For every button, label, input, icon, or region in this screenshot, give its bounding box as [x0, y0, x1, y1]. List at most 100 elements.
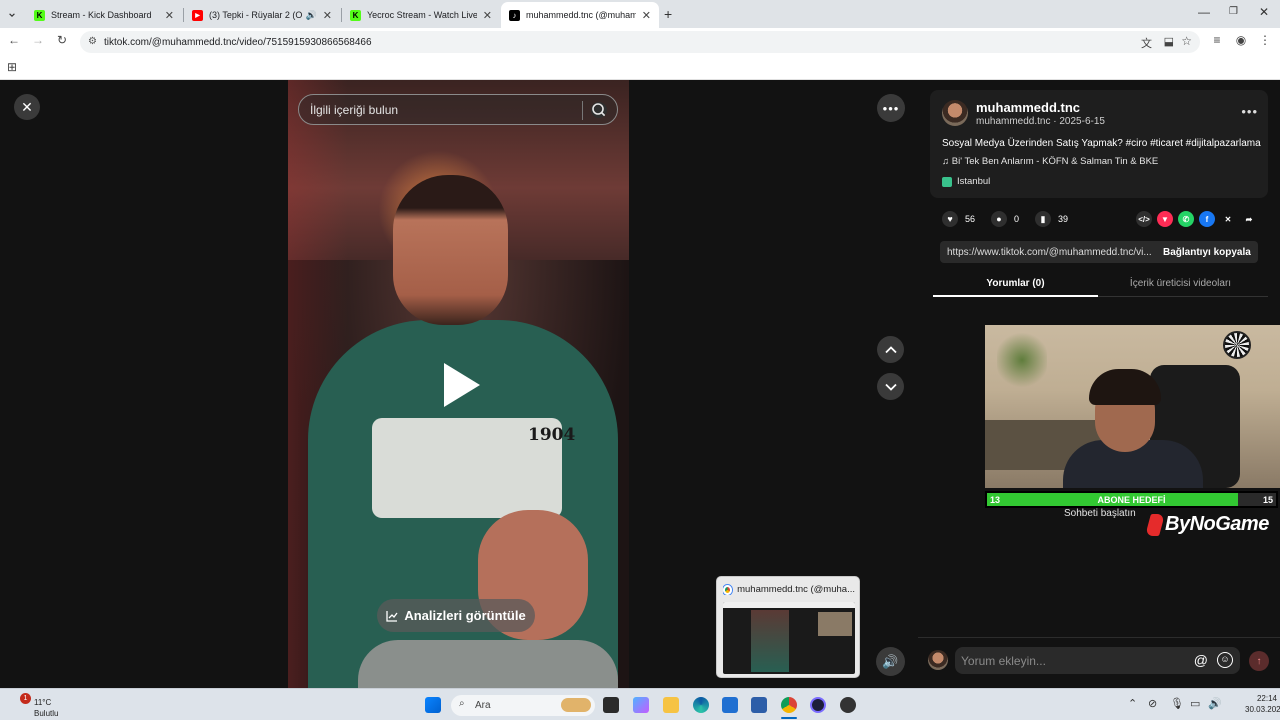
repost-icon[interactable]: ▼ [1157, 211, 1173, 227]
next-video-button[interactable] [877, 373, 904, 400]
reading-list-icon[interactable]: ≡ [1209, 33, 1225, 47]
mention-icon[interactable]: @ [1194, 652, 1208, 668]
edge-icon[interactable] [693, 697, 709, 713]
search-icon[interactable] [591, 102, 607, 118]
facebook-icon[interactable]: f [1199, 211, 1215, 227]
task-view-icon[interactable] [603, 697, 619, 713]
tab-tiktok[interactable]: ♪ muhammedd.tnc (@muhamme ✕ [501, 2, 659, 28]
chrome-icon[interactable] [781, 697, 797, 713]
forward-icon[interactable]: → [30, 33, 46, 47]
avatar[interactable] [942, 100, 968, 126]
volume-icon[interactable]: 🔊 [1208, 697, 1222, 710]
apps-grid-icon[interactable]: ⊞ [7, 60, 17, 74]
profile-icon[interactable]: ◉ [1233, 33, 1249, 47]
reload-icon[interactable]: ↻ [54, 33, 70, 47]
notification-badge: 1 [20, 693, 31, 704]
play-icon[interactable] [444, 363, 480, 407]
close-tab-icon[interactable]: ✕ [165, 9, 174, 22]
post-description: Sosyal Medya Üzerinden Satış Yapmak? #ci… [942, 138, 1261, 149]
panel-tabs: Yorumlar (0) İçerik üreticisi videoları [933, 273, 1268, 297]
copy-link-button[interactable]: Bağlantıyı kopyala [1153, 247, 1251, 258]
music-note-icon: ♫ [942, 156, 952, 167]
word-icon[interactable] [751, 697, 767, 713]
post-more-button[interactable]: ••• [1241, 104, 1258, 119]
app-icon[interactable] [840, 697, 856, 713]
minimize-button[interactable]: — [1198, 5, 1210, 19]
tray-chevron-icon[interactable]: ⌃ [1128, 697, 1137, 710]
active-tab-indicator [933, 295, 1098, 297]
tab-creator-videos[interactable]: İçerik üreticisi videoları [1098, 278, 1263, 289]
address-bar[interactable]: ⚙ tiktok.com/@muhammedd.tnc/video/751591… [80, 31, 1200, 53]
windows-taskbar: 1 11°C Bulutlu ⌕ Ara ⌃ ⊘ 🎙 ▭ 🔊 22:14 30.… [0, 688, 1280, 720]
share-link-row: https://www.tiktok.com/@muhammedd.tnc/vi… [940, 241, 1258, 263]
tab-youtube[interactable]: ▶ (3) Tepki - Rüyalar 2 (Official 🔊 ✕ [184, 2, 340, 28]
search-input[interactable]: İlgili içeriği bulun [298, 94, 618, 125]
comment-input[interactable]: Yorum ekleyin... @ ☺ [955, 647, 1240, 674]
close-tab-icon[interactable]: ✕ [323, 9, 332, 22]
view-analytics-button[interactable]: Analizleri görüntüle [377, 599, 535, 632]
tab-yecroc-stream[interactable]: K Yecroc Stream - Watch Live on ✕ [342, 2, 500, 28]
site-info-icon[interactable]: ⚙ [88, 36, 97, 47]
taskbar-window-preview[interactable]: muhammedd.tnc (@muha... [716, 576, 860, 678]
restore-button[interactable]: ❐ [1229, 6, 1238, 17]
bookmark-star-icon[interactable]: ☆ [1181, 34, 1192, 48]
translate-icon[interactable]: 文 [1141, 35, 1152, 51]
back-icon[interactable]: ← [6, 33, 22, 47]
network-off-icon[interactable]: ⊘ [1148, 697, 1157, 710]
subscriber-goal-bar: 13 ABONE HEDEFİ 15 [985, 491, 1278, 508]
arrow-up-icon: ↑ [1256, 655, 1262, 667]
more-options-button[interactable]: ••• [877, 94, 905, 122]
ellipsis-icon: ••• [882, 100, 900, 116]
location-link[interactable]: Istanbul [942, 176, 990, 187]
comment-button[interactable]: ● 0 [991, 211, 1019, 227]
share-icon[interactable]: ➦ [1241, 211, 1257, 227]
goal-target: 15 [1262, 495, 1273, 505]
display-name[interactable]: muhammedd.tnc [976, 100, 1080, 115]
save-button[interactable]: ▮ 39 [1035, 211, 1068, 227]
like-button[interactable]: ♥ 56 [942, 211, 975, 227]
close-tab-icon[interactable]: ✕ [483, 9, 492, 22]
start-icon[interactable] [425, 697, 441, 713]
close-tab-icon[interactable]: ✕ [642, 9, 651, 22]
obs-icon[interactable] [810, 697, 826, 713]
search-icon: ⌕ [459, 698, 465, 709]
stream-webcam-overlay [985, 325, 1280, 488]
file-explorer-icon[interactable] [663, 697, 679, 713]
microphone-icon[interactable]: 🎙 [1170, 697, 1184, 710]
tab-search-button[interactable] [0, 2, 24, 28]
clock[interactable]: 22:14 30.03.2026 [1245, 693, 1280, 715]
install-app-icon[interactable]: ⬓ [1164, 35, 1174, 48]
x-icon[interactable]: ✕ [1220, 211, 1236, 227]
new-tab-button[interactable]: + [664, 6, 672, 22]
display-icon[interactable]: ▭ [1190, 697, 1200, 710]
close-video-button[interactable]: ✕ [14, 94, 40, 120]
store-icon[interactable] [722, 697, 738, 713]
share-link[interactable]: https://www.tiktok.com/@muhammedd.tnc/vi… [940, 247, 1153, 258]
location-icon [942, 176, 952, 187]
search-highlight-icon [561, 698, 591, 712]
engagement-stats: ♥ 56 ● 0 ▮ 39 [942, 210, 1084, 228]
tab-comments[interactable]: Yorumlar (0) [933, 278, 1098, 289]
tab-strip: K Stream - Kick Dashboard ✕ ▶ (3) Tepki … [0, 0, 1280, 28]
close-window-button[interactable]: ✕ [1259, 5, 1269, 19]
copilot-icon[interactable] [633, 697, 649, 713]
send-comment-button[interactable]: ↑ [1249, 651, 1269, 671]
dartboard-image [1223, 331, 1251, 359]
chart-icon [386, 610, 398, 622]
taskbar-search[interactable]: ⌕ Ara [451, 695, 595, 716]
window-preview-image [723, 602, 855, 674]
sponsor-logo: ByNoGame [1145, 513, 1269, 536]
avatar [928, 650, 948, 670]
speaker-icon[interactable]: 🔊 [306, 10, 317, 21]
tiktok-page: 1904 İlgili içeriği bulun ✕ ••• Analizle… [0, 80, 1280, 688]
emoji-icon[interactable]: ☺ [1217, 652, 1233, 668]
embed-icon[interactable]: </> [1136, 211, 1152, 227]
previous-video-button[interactable] [877, 336, 904, 363]
menu-icon[interactable]: ⋮ [1257, 33, 1273, 47]
tab-kick-dashboard[interactable]: K Stream - Kick Dashboard ✕ [26, 2, 182, 28]
kick-icon: K [350, 9, 361, 21]
volume-button[interactable]: 🔊 [876, 647, 905, 676]
bookmark-icon: ▮ [1035, 211, 1052, 227]
music-link[interactable]: ♫ Bi' Tek Ben Anlarım - KÖFN & Salman Ti… [942, 156, 1158, 167]
whatsapp-icon[interactable]: ✆ [1178, 211, 1194, 227]
